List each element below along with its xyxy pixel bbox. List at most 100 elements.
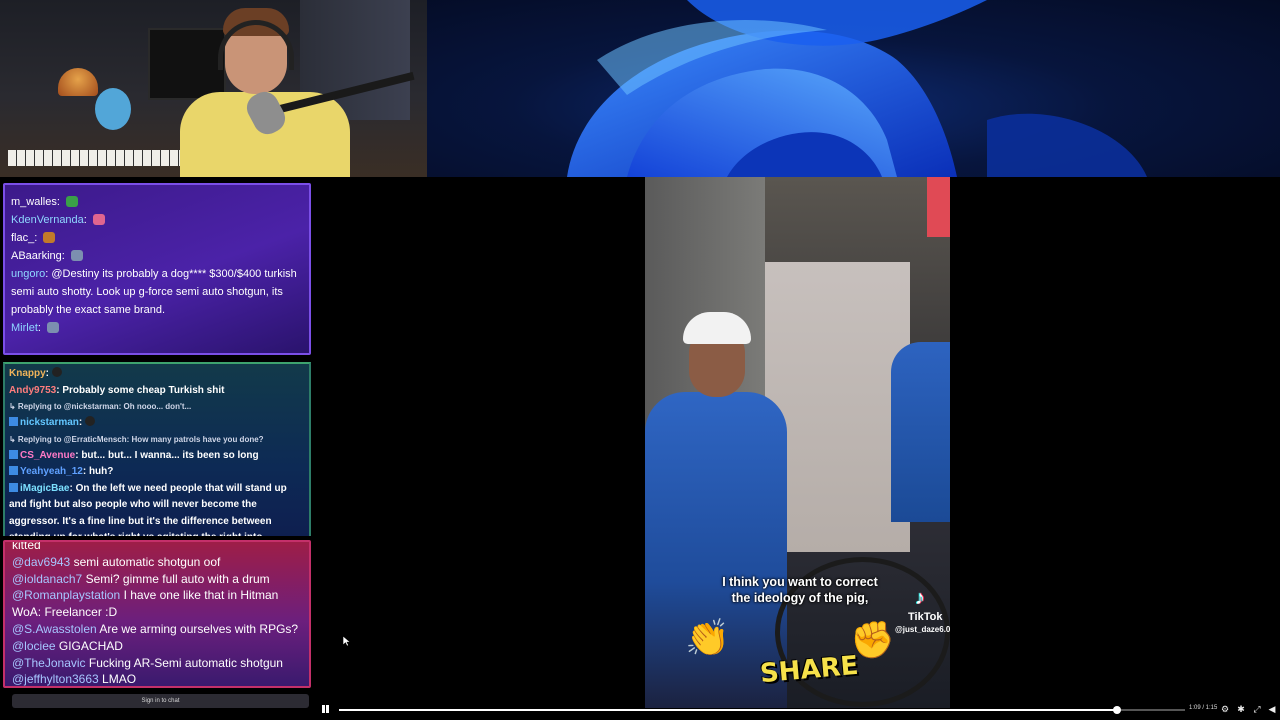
- badge-icon: [9, 466, 18, 475]
- second-person: [891, 342, 950, 522]
- chat-separator: :: [83, 214, 90, 226]
- emote-icon: [92, 214, 105, 225]
- keyboard: [8, 150, 208, 166]
- progress-thumb[interactable]: [1113, 706, 1122, 714]
- chat-username[interactable]: CS_Avenue: [20, 450, 75, 461]
- settings-icon[interactable]: ⚙: [1220, 704, 1230, 714]
- chat-separator: :: [61, 250, 68, 262]
- chat-message: Knappy:: [9, 366, 305, 383]
- chat-text: Fucking AR-Semi automatic shotgun: [88, 655, 283, 670]
- progress-fill: [339, 709, 1118, 711]
- chat-separator: :: [37, 322, 45, 334]
- tiktok-label: TikTok: [908, 611, 943, 623]
- caption-line-1: I think you want to correct: [722, 575, 878, 589]
- chat-message: CS_Avenue: but... but... I wanna... its …: [9, 448, 305, 465]
- tiktok-username: @just_daze6.0: [895, 625, 950, 634]
- bloom-graphic: [567, 0, 1147, 177]
- chat-panel-top[interactable]: m_walles: KdenVernanda: flac_: ABaarking…: [3, 183, 311, 355]
- badge-icon: [9, 449, 18, 459]
- mouse-cursor-icon: [343, 636, 351, 646]
- chat-text: Probably some cheap Turkish shit: [62, 384, 225, 396]
- chat-message: iMagicBae: On the left we need people th…: [9, 481, 305, 536]
- gear-icon[interactable]: ✱: [1236, 704, 1246, 714]
- sign-in-button[interactable]: Sign in to chat: [12, 694, 309, 708]
- chat-username[interactable]: @jeffhylton3663: [12, 672, 99, 686]
- chat-username[interactable]: @Romanplaystation: [12, 588, 120, 602]
- red-sign: [927, 177, 950, 237]
- chat-username[interactable]: iMagicBae: [20, 483, 69, 494]
- chat-username[interactable]: ungoro: [11, 268, 45, 280]
- chat-username[interactable]: Knappy: [9, 368, 46, 379]
- chat-username[interactable]: flac_: [11, 232, 34, 244]
- clap-hands-icon: 👏: [685, 617, 730, 658]
- chat-username[interactable]: ABaarking: [11, 250, 62, 262]
- chat-message: @lociee GIGACHAD: [12, 638, 302, 655]
- chat-text: huh?: [88, 466, 114, 477]
- tiktok-video[interactable]: I think you want to correct the ideology…: [645, 177, 950, 708]
- emote-icon: [43, 232, 56, 243]
- chat-message: @TheJonavic Fucking AR-Semi automatic sh…: [12, 655, 302, 672]
- chat-text: GIGACHAD: [58, 638, 123, 653]
- chat-message: @S.Awasstolen Are we arming ourselves wi…: [12, 621, 302, 638]
- chat-username[interactable]: Andy9753: [9, 385, 56, 396]
- chat-text: Semi? gimme full auto with a drum: [85, 571, 270, 586]
- chat-text: LMAO: [102, 672, 137, 687]
- chat-separator: :: [56, 196, 63, 208]
- chat-message: m_walles:: [11, 193, 303, 211]
- chat-message: Andy9753: Probably some cheap Turkish sh…: [9, 383, 305, 400]
- fullscreen-icon[interactable]: ⤢: [1252, 704, 1262, 714]
- video-caption: I think you want to correct the ideology…: [665, 574, 935, 606]
- caption-line-2: the ideology of the pig,: [731, 591, 869, 605]
- toy-figure: [95, 88, 131, 130]
- chat-text: @Destiny its probably a dog**** $300/$40…: [11, 268, 297, 316]
- chat-username[interactable]: @S.Awasstolen: [12, 622, 97, 636]
- chat-username[interactable]: KdenVernanda: [11, 214, 84, 226]
- tiktok-icon: ♪: [915, 587, 925, 609]
- chat-text: Are we arming ourselves with RPGs?: [99, 621, 299, 636]
- chat-message: KdenVernanda:: [11, 211, 303, 229]
- chat-username[interactable]: @lociee: [12, 639, 56, 653]
- volume-icon[interactable]: ◀: [1267, 704, 1277, 714]
- chat-username[interactable]: nickstarman: [20, 417, 79, 428]
- chat-separator: :: [34, 232, 41, 244]
- chat-text: but... but... I wanna... its been so lon…: [81, 449, 259, 461]
- chat-message: Yeahyeah_12: huh?: [9, 464, 305, 481]
- emote-icon: [65, 196, 78, 207]
- chat-message: ungoro: @Destiny its probably a dog**** …: [11, 265, 303, 319]
- chat-panel-bottom[interactable]: kitted @dav6943 semi automatic shotgun oo…: [3, 540, 311, 688]
- chat-message: @dav6943 semi automatic shotgun oof: [12, 554, 302, 571]
- chat-username[interactable]: Mirlet: [11, 322, 38, 334]
- chat-message: nickstarman:: [9, 415, 305, 432]
- webcam-feed: [0, 0, 427, 177]
- chat-message: flac_:: [11, 229, 303, 247]
- chat-message: kitted: [12, 540, 302, 554]
- badge-icon: [9, 482, 18, 492]
- time-display: 1:09 / 1:15: [1189, 705, 1218, 711]
- chat-message: Mirlet:: [11, 319, 303, 337]
- reply-context: ↳ Replying to @ErraticMensch: How many p…: [9, 434, 264, 444]
- chat-username[interactable]: Yeahyeah_12: [20, 466, 83, 477]
- chat-username[interactable]: @ioldanach7: [12, 572, 82, 586]
- chat-username[interactable]: m_walles: [11, 196, 57, 208]
- emote-icon: [47, 322, 60, 333]
- chat-message: @Romanplaystation I have one like that i…: [12, 587, 302, 621]
- chat-text: kitted: [12, 540, 41, 552]
- reply-context: ↳ Replying to @nickstarman: Oh nooo... d…: [9, 402, 192, 411]
- chat-message: ABaarking:: [11, 247, 303, 265]
- emote-icon: [85, 416, 96, 426]
- chat-separator: :: [78, 417, 86, 428]
- monitor: [148, 28, 226, 100]
- emote-icon: [51, 367, 62, 377]
- desktop-wallpaper: [427, 0, 1280, 177]
- chat-message: @ioldanach7 Semi? gimme full auto with a…: [12, 571, 302, 588]
- chat-separator: :: [45, 368, 52, 379]
- pause-icon[interactable]: [320, 704, 330, 716]
- chat-username[interactable]: @dav6943: [12, 555, 70, 569]
- chat-panel-middle[interactable]: Knappy: Andy9753: Probably some cheap Tu…: [3, 362, 311, 536]
- emote-icon: [70, 250, 83, 261]
- chat-username[interactable]: @TheJonavic: [12, 656, 86, 670]
- progress-bar[interactable]: [339, 706, 1185, 714]
- badge-icon: [9, 417, 18, 426]
- lamp: [58, 68, 98, 96]
- player-controls: 1:09 / 1:15 ⚙ ✱ ⤢ ◀: [315, 700, 1280, 720]
